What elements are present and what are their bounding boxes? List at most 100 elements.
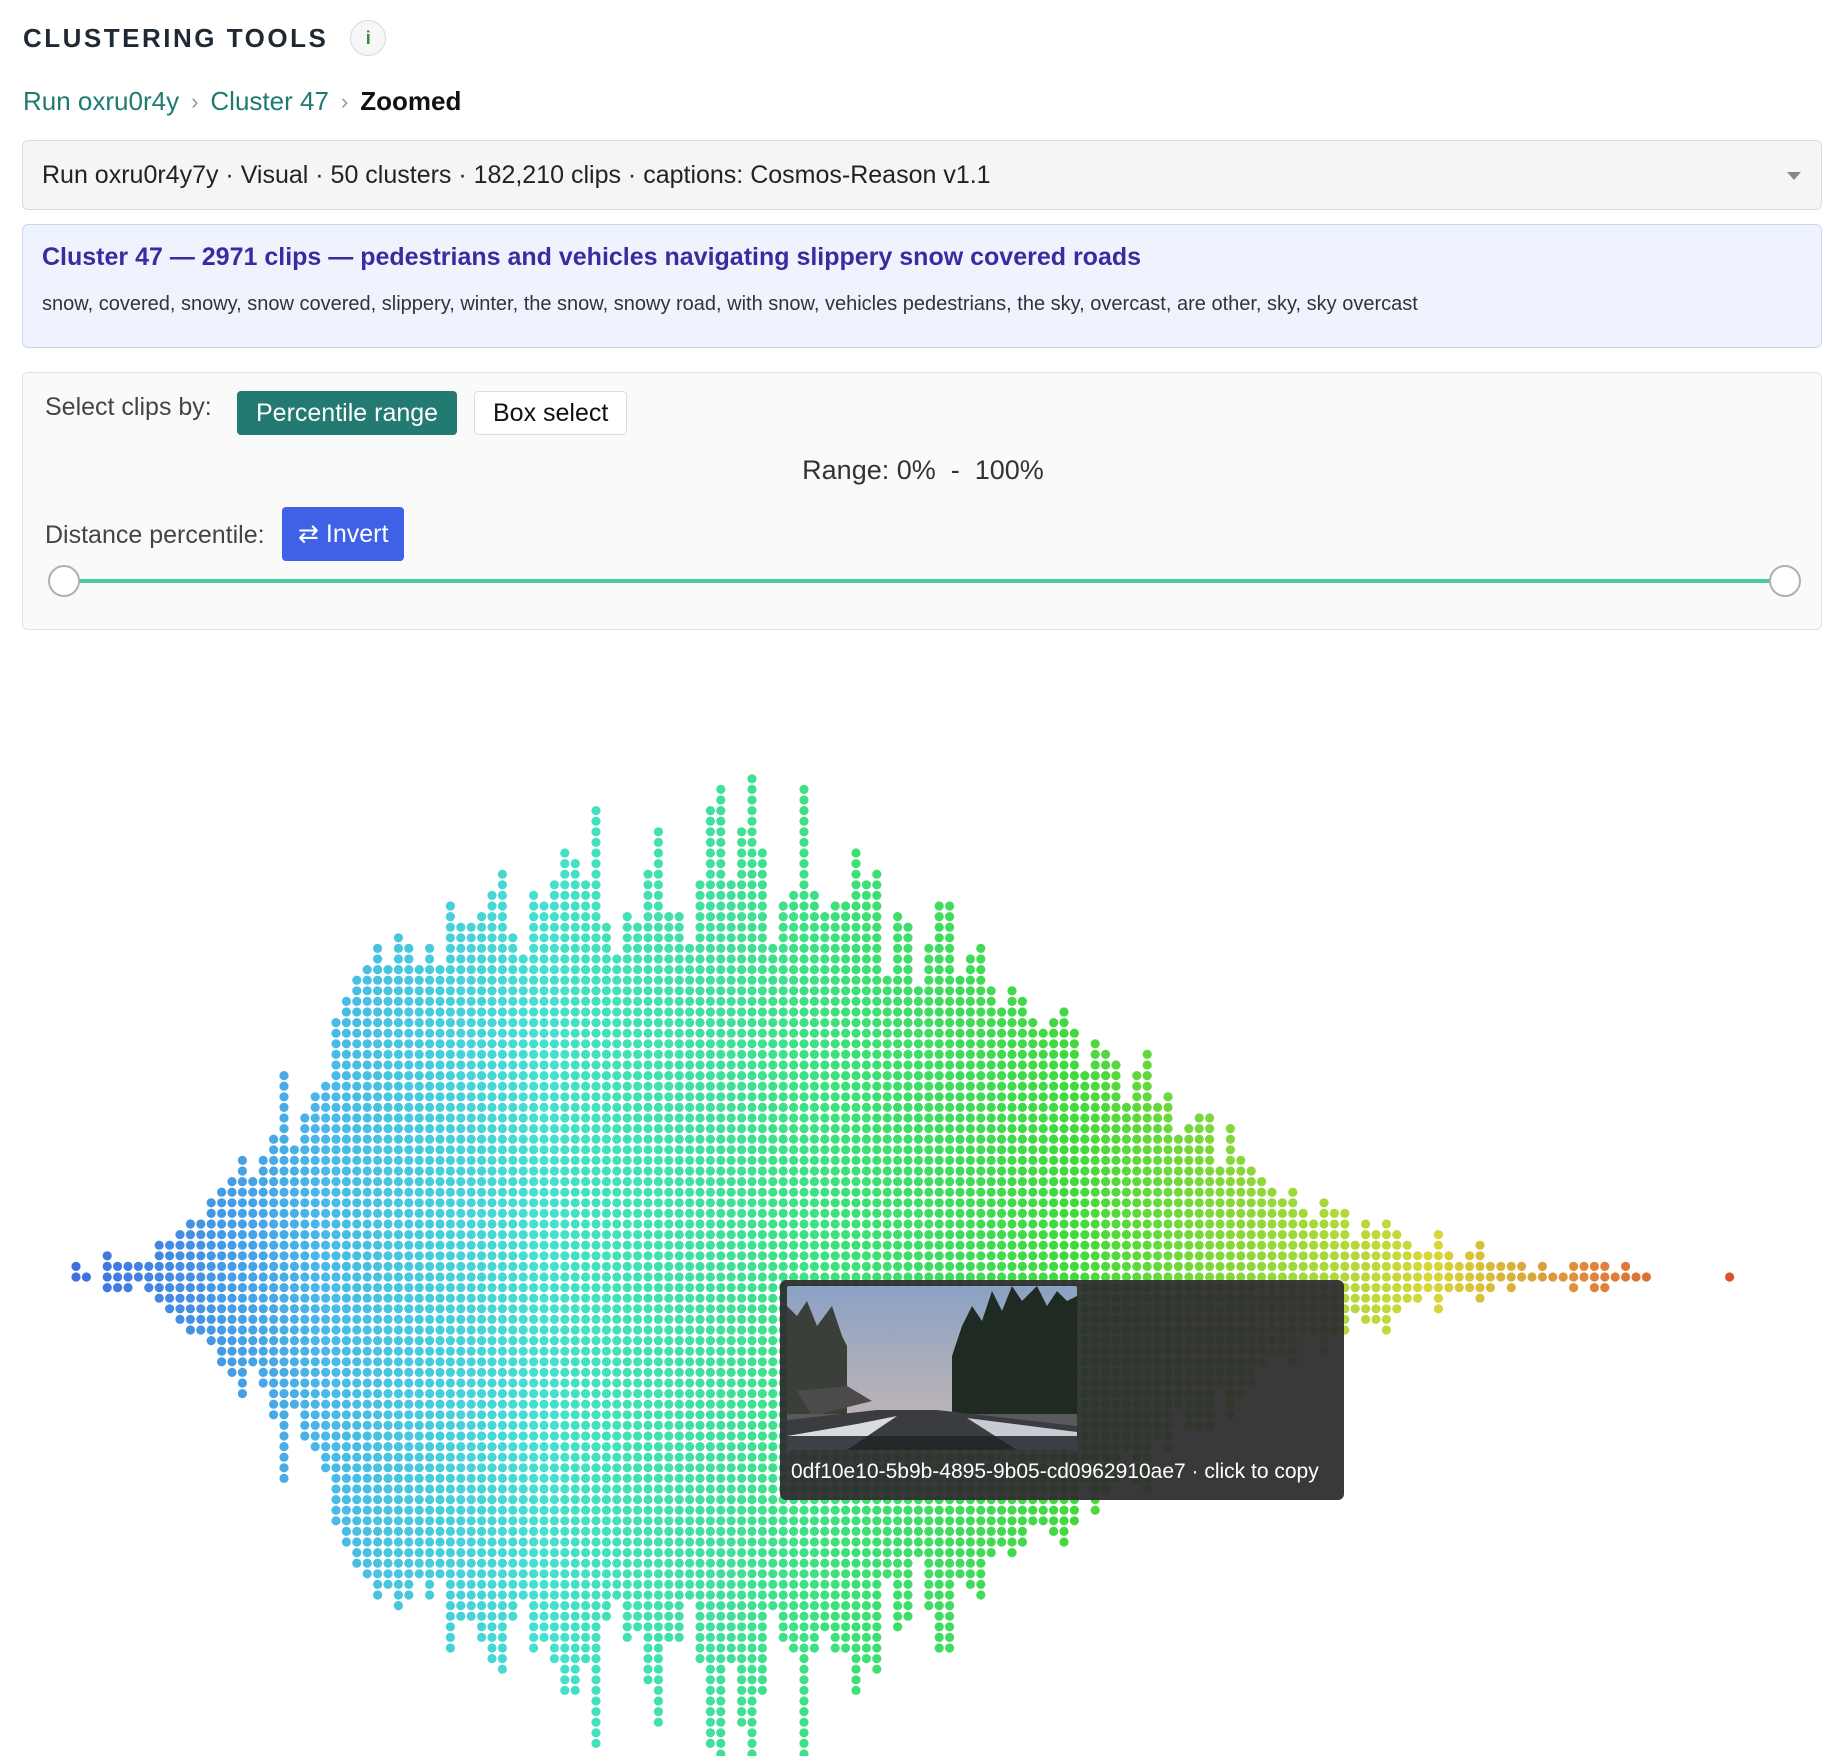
clip-point[interactable] xyxy=(851,1664,861,1674)
clip-point[interactable] xyxy=(487,1304,497,1314)
clip-point[interactable] xyxy=(913,1261,924,1271)
clip-point[interactable] xyxy=(664,1611,674,1621)
clip-point[interactable] xyxy=(383,1293,393,1303)
clip-point[interactable] xyxy=(373,954,383,964)
clip-point[interactable] xyxy=(321,1240,331,1250)
clip-point[interactable] xyxy=(300,1261,310,1271)
clip-point[interactable] xyxy=(414,1028,424,1038)
clip-point[interactable] xyxy=(549,1442,560,1452)
clip-point[interactable] xyxy=(934,1611,944,1621)
clip-point[interactable] xyxy=(373,1208,383,1218)
clip-point[interactable] xyxy=(487,1442,497,1452)
clip-point[interactable] xyxy=(945,1007,955,1017)
clip-point[interactable] xyxy=(705,1155,716,1165)
clip-point[interactable] xyxy=(768,1526,778,1536)
info-icon[interactable]: i xyxy=(350,20,387,56)
clip-point[interactable] xyxy=(477,1145,487,1155)
clip-point[interactable] xyxy=(529,1410,539,1420)
clip-point[interactable] xyxy=(466,965,476,975)
clip-point[interactable] xyxy=(695,1208,705,1218)
clip-point[interactable] xyxy=(716,986,726,996)
clip-point[interactable] xyxy=(549,1505,560,1515)
clip-point[interactable] xyxy=(664,1346,674,1356)
clip-point[interactable] xyxy=(789,1526,799,1536)
clip-point[interactable] xyxy=(497,1071,507,1081)
clip-point[interactable] xyxy=(664,1187,674,1197)
clip-point[interactable] xyxy=(393,1505,403,1515)
clip-point[interactable] xyxy=(560,1664,570,1674)
clip-point[interactable] xyxy=(529,1187,539,1197)
clip-point[interactable] xyxy=(768,975,778,985)
clip-point[interactable] xyxy=(799,1675,809,1685)
clip-point[interactable] xyxy=(133,1272,143,1282)
clip-point[interactable] xyxy=(393,1102,403,1112)
clip-point[interactable] xyxy=(872,1028,882,1038)
clip-point[interactable] xyxy=(227,1177,237,1187)
clip-point[interactable] xyxy=(664,1632,674,1642)
clip-point[interactable] xyxy=(341,1155,351,1165)
clip-point[interactable] xyxy=(778,1124,788,1134)
clip-point[interactable] xyxy=(924,1537,934,1547)
clip-point[interactable] xyxy=(809,1145,820,1155)
clip-point[interactable] xyxy=(508,1155,518,1165)
clip-point[interactable] xyxy=(258,1283,268,1293)
clip-point[interactable] xyxy=(778,1579,788,1589)
clip-point[interactable] xyxy=(487,1071,497,1081)
clip-point[interactable] xyxy=(321,1198,331,1208)
clip-point[interactable] xyxy=(393,986,403,996)
clip-point[interactable] xyxy=(757,996,768,1006)
clip-point[interactable] xyxy=(965,996,976,1006)
clip-point[interactable] xyxy=(445,1484,455,1494)
clip-point[interactable] xyxy=(539,1240,549,1250)
clip-point[interactable] xyxy=(206,1283,216,1293)
clip-point[interactable] xyxy=(820,954,830,964)
clip-point[interactable] xyxy=(466,1081,476,1091)
clip-point[interactable] xyxy=(445,1007,455,1017)
clip-point[interactable] xyxy=(830,1230,840,1240)
clip-point[interactable] xyxy=(425,943,435,953)
clip-point[interactable] xyxy=(425,1102,435,1112)
clip-point[interactable] xyxy=(695,975,705,985)
clip-point[interactable] xyxy=(622,1177,632,1187)
clip-point[interactable] xyxy=(799,848,809,858)
clip-point[interactable] xyxy=(477,1325,487,1335)
clip-point[interactable] xyxy=(435,1272,445,1282)
clip-point[interactable] xyxy=(674,1007,684,1017)
clip-point[interactable] xyxy=(581,1219,591,1229)
clip-point[interactable] xyxy=(227,1367,237,1377)
clip-point[interactable] xyxy=(934,922,944,932)
clip-point[interactable] xyxy=(986,1081,996,1091)
clip-point[interactable] xyxy=(362,1548,372,1558)
clip-point[interactable] xyxy=(643,1622,653,1632)
clip-point[interactable] xyxy=(674,1495,684,1505)
clip-point[interactable] xyxy=(726,1113,736,1123)
clip-point[interactable] xyxy=(71,1272,81,1282)
slider-handle-min[interactable] xyxy=(48,565,80,597)
clip-point[interactable] xyxy=(757,1685,768,1695)
clip-point[interactable] xyxy=(851,1049,861,1059)
clip-point[interactable] xyxy=(497,1145,507,1155)
clip-point[interactable] xyxy=(518,1060,528,1070)
clip-point[interactable] xyxy=(352,1442,362,1452)
clip-point[interactable] xyxy=(705,1346,716,1356)
clip-point[interactable] xyxy=(373,1293,383,1303)
clip-point[interactable] xyxy=(820,1166,830,1176)
clip-point[interactable] xyxy=(789,1219,799,1229)
clip-point[interactable] xyxy=(581,1102,591,1112)
clip-point[interactable] xyxy=(633,1145,643,1155)
clip-point[interactable] xyxy=(591,1049,601,1059)
clip-point[interactable] xyxy=(653,848,664,858)
clip-point[interactable] xyxy=(695,1155,705,1165)
clip-point[interactable] xyxy=(664,1548,674,1558)
clip-point[interactable] xyxy=(695,1654,705,1664)
clip-point[interactable] xyxy=(789,986,799,996)
clip-point[interactable] xyxy=(529,1028,539,1038)
clip-point[interactable] xyxy=(560,1579,570,1589)
clip-point[interactable] xyxy=(612,1431,622,1441)
clip-point[interactable] xyxy=(747,1240,757,1250)
clip-point[interactable] xyxy=(965,1092,976,1102)
clip-point[interactable] xyxy=(477,1049,487,1059)
clip-point[interactable] xyxy=(861,1261,872,1271)
clip-point[interactable] xyxy=(757,1346,768,1356)
clip-point[interactable] xyxy=(539,1092,549,1102)
